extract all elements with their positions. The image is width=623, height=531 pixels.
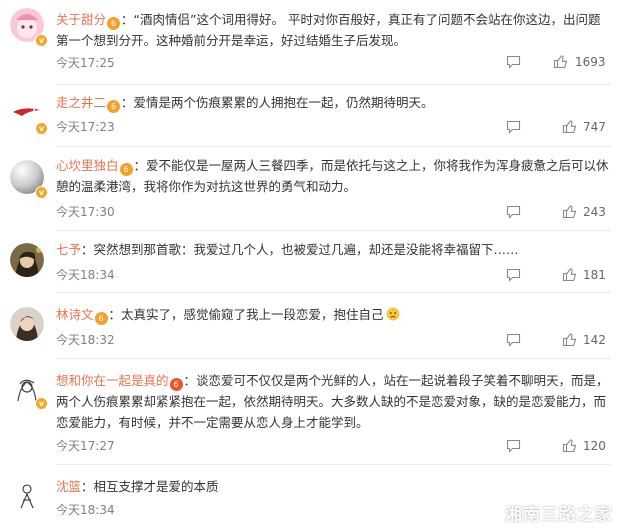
avatar[interactable] — [10, 243, 44, 277]
comment-body: “酒肉情侣”这个词用得好。 平时对你百般好，真正有了问题不会站在你这边，出问题第… — [56, 12, 601, 48]
verified-badge-icon: v — [35, 34, 48, 47]
like-count: 747 — [583, 120, 606, 134]
reply-icon[interactable] — [506, 333, 521, 347]
comment-time: 今天17:23 — [56, 120, 115, 134]
divider — [56, 292, 611, 293]
like-icon[interactable] — [562, 438, 577, 453]
comment-text: 关于甜分 6 ：“酒肉情侣”这个词用得好。 平时对你百般好，真正有了问题不会站在你这… — [56, 12, 601, 48]
verified-badge-icon: v — [35, 397, 48, 410]
reply-icon[interactable] — [506, 439, 521, 453]
comment-body: 相互支撑才是爱的本质 — [93, 479, 219, 494]
comment-body: 爱不能仅是一屋两人三餐四季，而是依托与这之上，你将我作为浑身疲惫之后可以休憩的温… — [56, 158, 609, 194]
username-link[interactable]: 想和你在一起是真的 — [56, 373, 169, 388]
watermark-text: 湘南三路之家 — [505, 504, 613, 525]
comment-time: 今天18:32 — [56, 333, 115, 347]
like-count: 243 — [583, 205, 606, 219]
username-link[interactable]: 心坎里独白 — [56, 158, 119, 173]
avatar[interactable] — [10, 307, 44, 341]
divider — [56, 230, 611, 231]
like-count: 1693 — [575, 55, 606, 69]
comment-text: 沈篮：相互支撑才是爱的本质 — [56, 479, 219, 494]
username-link[interactable]: 关于甜分 — [56, 12, 106, 27]
comment-time: 今天17:25 — [56, 56, 115, 70]
like-icon[interactable] — [562, 332, 577, 347]
like-count: 142 — [583, 333, 606, 347]
avatar[interactable] — [10, 478, 44, 512]
username-link[interactable]: 林诗文 — [56, 307, 94, 322]
comment-body: 太真实了，感觉偷窥了我上一段恋爱，抱住自己 — [121, 307, 384, 322]
wechat-icon — [479, 503, 500, 520]
comment-time: 今天18:34 — [56, 503, 115, 517]
divider — [56, 146, 611, 147]
watermark: 湘南三路之家 — [479, 501, 613, 525]
like-icon[interactable] — [562, 204, 577, 219]
username-link[interactable]: 七予 — [56, 242, 81, 257]
like-icon[interactable] — [562, 119, 577, 134]
comment-body: 突然想到那首歌：我爱过几个人，也被爱过几遍，却还是没能将幸福留下…… — [93, 242, 519, 257]
comment-text: 林诗文 6 ：太真实了，感觉偷窥了我上一段恋爱，抱住自己 — [56, 304, 611, 325]
reply-icon[interactable] — [506, 268, 521, 282]
like-count: 181 — [583, 268, 606, 282]
comment-text: 心坎里独白 6 ：爱不能仅是一屋两人三餐四季，而是依托与这之上，你将我作为浑身疲惫之… — [56, 158, 609, 194]
username-link[interactable]: 走之井二 — [56, 95, 106, 110]
divider — [56, 84, 611, 85]
comment-body: 爱情是两个伤痕累累的人拥抱在一起，仍然期待明天。 — [133, 95, 434, 110]
comment-time: 今天18:34 — [56, 268, 115, 282]
reply-icon[interactable] — [506, 205, 521, 219]
divider — [56, 358, 611, 359]
divider — [56, 464, 611, 465]
username-link[interactable]: 沈篮 — [56, 479, 81, 494]
like-icon[interactable] — [553, 54, 568, 69]
comment-time: 今天17:30 — [56, 205, 115, 219]
comment-time: 今天17:27 — [56, 439, 115, 453]
reply-icon[interactable] — [506, 55, 521, 69]
vip-level-icon: 6 — [169, 378, 183, 391]
like-count: 120 — [583, 439, 606, 453]
vip-level-icon: 6 — [119, 163, 133, 176]
reply-icon[interactable] — [506, 120, 521, 134]
comment-text: 想和你在一起是真的 6 ：谈恋爱可不仅仅是两个光鲜的人，站在一起说着段子笑着不聊明天… — [56, 373, 609, 430]
verified-badge-icon: v — [35, 122, 48, 135]
vip-level-icon: 6 — [107, 100, 121, 113]
verified-badge-icon: v — [35, 186, 48, 199]
vip-level-icon: 6 — [107, 17, 121, 30]
vip-level-icon: 6 — [94, 312, 108, 325]
like-icon[interactable] — [562, 267, 577, 282]
comment-text: 七予：突然想到那首歌：我爱过几个人，也被爱过几遍，却还是没能将幸福留下…… — [56, 242, 519, 257]
sad-face-emoji-icon — [386, 307, 400, 321]
comment-text: 走之井二 6 ：爱情是两个伤痕累累的人拥抱在一起，仍然期待明天。 — [56, 95, 434, 113]
